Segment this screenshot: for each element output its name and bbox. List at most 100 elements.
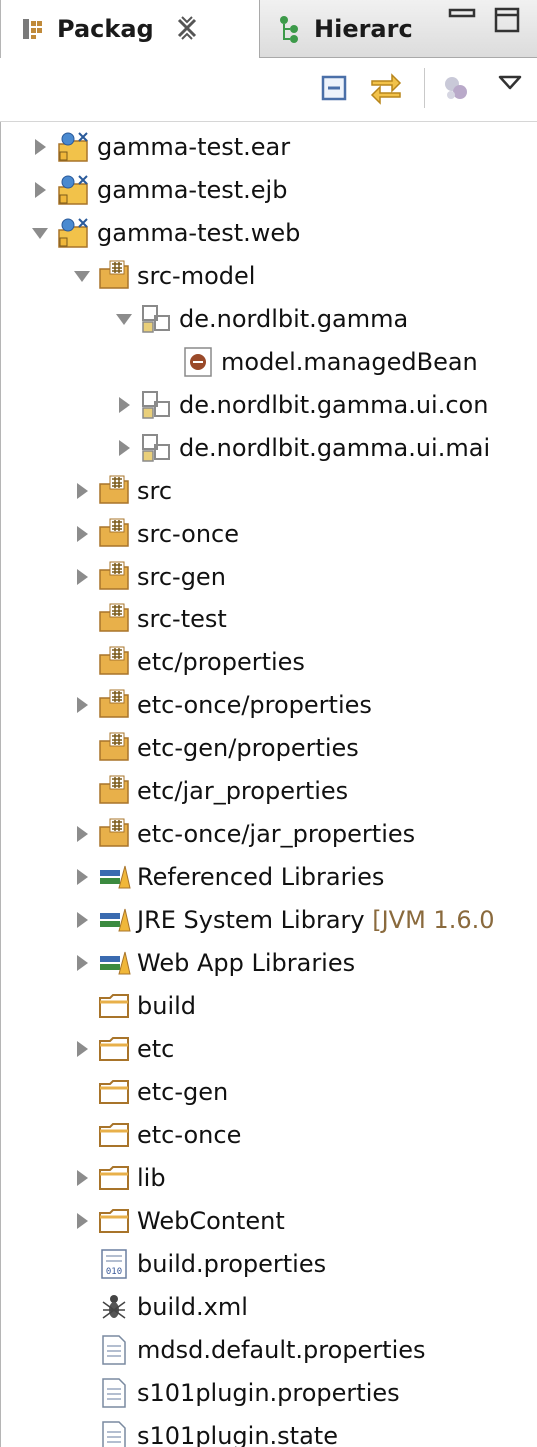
tree-node[interactable]: etc-gen/properties (1, 727, 537, 769)
tree-node[interactable]: s101plugin.properties (1, 1372, 537, 1414)
view-controls (446, 6, 524, 34)
tree-node[interactable]: src-model (1, 255, 537, 297)
chevron-right-icon[interactable] (29, 136, 51, 158)
tree-node[interactable]: model.managedBean (1, 341, 537, 383)
link-with-editor-button[interactable] (366, 68, 406, 108)
tree-node[interactable]: de.nordlbit.gamma.ui.mai (1, 427, 537, 469)
chevron-right-icon[interactable] (71, 523, 93, 545)
library-icon (100, 951, 131, 975)
source-folder-icon (99, 732, 129, 762)
focus-task-button[interactable] (436, 68, 476, 108)
tree-node[interactable]: lib (1, 1157, 537, 1199)
ear-project-icon (58, 132, 88, 162)
chevron-right-icon[interactable] (113, 437, 135, 459)
tree-node[interactable]: etc-gen (1, 1071, 537, 1113)
chevron-down-icon[interactable] (71, 265, 93, 287)
tree-node[interactable]: WebContent (1, 1200, 537, 1242)
tree-node-label: etc (137, 1034, 175, 1063)
collapse-all-button[interactable] (314, 68, 354, 108)
tree-node-label: WebContent (137, 1206, 285, 1235)
tree-node[interactable]: s101plugin.state (1, 1415, 537, 1447)
chevron-right-icon[interactable] (71, 480, 93, 502)
text-file-icon (102, 1377, 126, 1408)
tree-node[interactable]: src-once (1, 513, 537, 555)
source-folder-icon (99, 561, 129, 590)
tree-node[interactable]: mdsd.default.properties (1, 1329, 537, 1371)
tree-node[interactable]: src-gen (1, 556, 537, 598)
tree-node[interactable]: etc/jar_properties (1, 770, 537, 812)
chevron-right-icon[interactable] (29, 179, 51, 201)
collapse-all-icon (321, 75, 347, 101)
tree-node-label: build.properties (137, 1249, 327, 1278)
package-explorer-icon (23, 19, 42, 39)
tree-node[interactable]: gamma-test.ear (1, 126, 537, 168)
library-icon (100, 866, 131, 889)
folder-icon (99, 1208, 129, 1233)
tree-node[interactable]: etc-once (1, 1114, 537, 1156)
view-tab-bar: Packag Hierarc (0, 0, 537, 58)
chevron-right-icon[interactable] (71, 866, 93, 888)
chevron-right-icon[interactable] (71, 952, 93, 974)
tree-node-label: gamma-test.ear (97, 133, 291, 161)
tab-hierarchy[interactable]: Hierarc (268, 0, 436, 58)
folder-icon (99, 1165, 129, 1190)
chevron-right-icon[interactable] (71, 909, 93, 931)
chevron-right-icon[interactable] (71, 694, 93, 716)
ejb-project-icon (58, 175, 88, 205)
maximize-icon[interactable] (492, 6, 524, 34)
tree-node[interactable]: etc (1, 1028, 537, 1070)
tree-node[interactable]: gamma-test.web (1, 212, 537, 254)
properties-file-icon: 010 (101, 1248, 127, 1279)
hierarchy-icon (280, 16, 298, 43)
chevron-down-icon[interactable] (29, 222, 51, 244)
package-tree: gamma-test.ear gamma-test.ejb gamma-test… (0, 122, 537, 1447)
close-icon[interactable] (173, 14, 201, 42)
tree-node-label: s101plugin.properties (137, 1378, 400, 1407)
chevron-right-icon[interactable] (113, 394, 135, 416)
source-folder-icon (99, 646, 129, 676)
tree-node-label: de.nordlbit.gamma (179, 304, 409, 333)
chevron-down-icon[interactable] (113, 308, 135, 330)
tree-node[interactable]: build (1, 985, 537, 1027)
tree-node[interactable]: src-test (1, 598, 537, 640)
tree-node[interactable]: build.xml (1, 1286, 537, 1328)
tree-node[interactable]: JRE System Library [JVM 1.6.0 (1, 899, 537, 941)
source-folder-icon (99, 260, 129, 289)
folder-icon (99, 1122, 129, 1147)
view-toolbar (0, 58, 537, 122)
tree-node-label: JRE System Library [JVM 1.6.0 (137, 906, 495, 935)
tree-node[interactable]: 010 build.properties (1, 1243, 537, 1285)
tree-node[interactable]: de.nordlbit.gamma.ui.con (1, 384, 537, 426)
tree-node-label: build (137, 992, 197, 1020)
minimize-icon[interactable] (446, 6, 478, 34)
tree-node[interactable]: Web App Libraries (1, 942, 537, 984)
tab-label: Hierarc (314, 15, 413, 43)
tree-node[interactable]: de.nordlbit.gamma (1, 298, 537, 340)
tree-node-label: model.managedBean (221, 347, 478, 376)
tree-node[interactable]: etc-once/jar_properties (1, 813, 537, 855)
chevron-right-icon[interactable] (71, 1167, 93, 1189)
tree-node[interactable]: gamma-test.ejb (1, 169, 537, 211)
tree-node-label: mdsd.default.properties (137, 1335, 426, 1364)
chevron-right-icon[interactable] (71, 823, 93, 845)
tree-node[interactable]: src (1, 470, 537, 512)
toolbar-separator (424, 68, 425, 108)
folder-icon (99, 1079, 129, 1104)
tree-node[interactable]: etc/properties (1, 641, 537, 683)
model-file-icon (184, 347, 212, 377)
chevron-right-icon[interactable] (71, 1038, 93, 1060)
view-menu-button[interactable] (490, 62, 530, 102)
ant-file-icon (102, 1294, 126, 1319)
chevron-right-icon[interactable] (71, 566, 93, 588)
tree-node[interactable]: etc-once/properties (1, 684, 537, 726)
tree-node-label: etc-once/jar_properties (137, 820, 416, 849)
tree-node[interactable]: Referenced Libraries (1, 856, 537, 898)
link-with-editor-icon (370, 73, 402, 105)
source-folder-icon (99, 689, 129, 719)
tree-node-label: etc-once (137, 1120, 242, 1149)
chevron-right-icon[interactable] (71, 1210, 93, 1232)
tree-node-label: etc/properties (137, 648, 305, 677)
source-folder-icon (99, 818, 129, 847)
web-project-icon (58, 218, 88, 248)
tab-package-explorer[interactable]: Packag (0, 0, 260, 58)
